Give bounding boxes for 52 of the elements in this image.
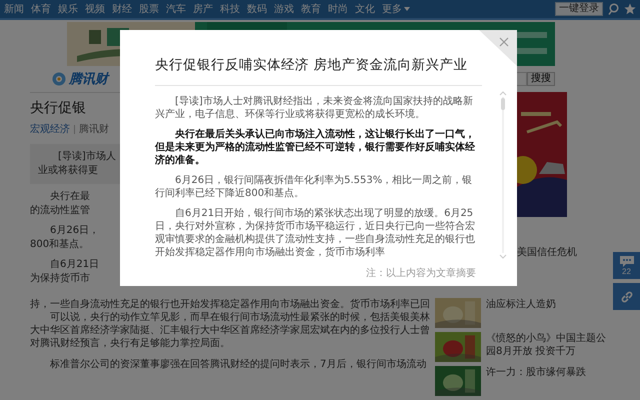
nav-link[interactable]: 新闻 bbox=[4, 2, 24, 16]
news-headline[interactable]: 《愤怒的小鸟》中国主题公园8月开放 投资千万 bbox=[486, 332, 608, 358]
news-headline[interactable]: 油应标注人造奶 bbox=[486, 298, 608, 311]
nav-link[interactable]: 娱乐 bbox=[58, 2, 78, 16]
article-text: 800和基点。 bbox=[30, 238, 90, 252]
close-button[interactable] bbox=[497, 35, 511, 49]
article-paragraph: 持，一些自身流动性充足的银行也开始发挥稳定器作用向市场融出资金。货币市场利率已回 bbox=[30, 298, 431, 311]
article-text: 央行在最 bbox=[49, 190, 91, 204]
summary-paragraph: 6月26日，银行间隔夜拆借年化利率为5.553%，相比一周之前，银行间利率已经下降近800和基点。 bbox=[155, 174, 474, 200]
nav-link[interactable]: 体育 bbox=[31, 2, 51, 16]
nav-more-link[interactable]: 更多 bbox=[382, 2, 410, 16]
article-source: 腾讯财 bbox=[79, 122, 109, 136]
login-button[interactable]: 一键登录 bbox=[555, 2, 603, 16]
article-text: 6月26日， bbox=[49, 224, 100, 238]
search-button[interactable]: 搜搜 bbox=[527, 72, 555, 86]
nav-link[interactable]: 教育 bbox=[301, 2, 321, 16]
summary-note: 注：以上内容为文章摘要 bbox=[366, 266, 476, 280]
corner-fold-icon bbox=[479, 30, 517, 66]
news-headline[interactable]: 许一力：股市缘何暴跌 bbox=[486, 366, 608, 379]
nav-link[interactable]: 汽车 bbox=[166, 2, 186, 16]
dialog-title: 央行促银行反哺实体经济 房地产资金流向新兴产业 bbox=[155, 56, 468, 74]
summary-paragraph: 央行在最后关头承认已向市场注入流动性，这让银行长出了一口气，但是未来更为严格的流动性监管已经不可逆转，银行需要作好反哺实体经济的准备。 bbox=[155, 128, 476, 167]
summary-paragraph: 自6月21日开始，银行间市场的紧张状态出现了明显的放缓。6月25日，央行对外宣称，为保持货币市场平稳运行，近日央行已向一些符合宏观审慎要求的金融机构提供了流动性支持，一些自身流动性充足的银行也开始发挥稳定器作用向市场融出资金，货币市场利率 bbox=[155, 207, 476, 259]
lead-text: [导读]市场人 bbox=[57, 150, 117, 164]
nav-link[interactable]: 数码 bbox=[247, 2, 267, 16]
category-link[interactable]: 宏观经济 bbox=[30, 122, 70, 136]
summary-paragraph: [导读]市场人士对腾讯财经指出，未来资金将流向国家扶持的战略新兴产业，电子信息、环保等行业或将获得更宽松的成长环境。 bbox=[155, 95, 474, 121]
link-button[interactable] bbox=[613, 283, 640, 310]
scrollbar[interactable] bbox=[499, 90, 507, 260]
link-icon bbox=[620, 290, 634, 304]
nav-link[interactable]: 房产 bbox=[193, 2, 213, 16]
lead-text: 业或将获得更 bbox=[38, 164, 99, 178]
article-paragraph: 可以说，央行的动作立竿见影，而早在银行间市场流动性最紧张的时候，包括美银美林大中华区首席经济学家陆挺、汇丰银行大中华区首席经济学家屈宏斌在内的多位投行人士曾对腾讯财经预言，央行有足够能力掌控局面。 bbox=[30, 311, 431, 350]
nav-link[interactable]: 文化 bbox=[355, 2, 375, 16]
nav-link[interactable]: 股票 bbox=[139, 2, 159, 16]
article-text: 的流动性监管 bbox=[30, 204, 91, 218]
article-text: 为保持货币市 bbox=[30, 272, 91, 286]
nav-link[interactable]: 时尚 bbox=[328, 2, 348, 16]
article-title: 央行促银 bbox=[30, 99, 87, 117]
comment-button[interactable]: 22 bbox=[613, 252, 640, 279]
article-text: 自6月21日 bbox=[49, 258, 100, 272]
site-logo[interactable]: 腾讯财 bbox=[69, 70, 108, 88]
article-paragraph: 标准普尔公司的资深董事廖强在回答腾讯财经的提问时表示，7月后，银行间市场流动 bbox=[49, 358, 428, 371]
star-icon[interactable] bbox=[624, 3, 636, 15]
logo-icon bbox=[52, 72, 66, 86]
nav-link[interactable]: 科技 bbox=[220, 2, 240, 16]
search-icon[interactable] bbox=[608, 3, 619, 15]
nav-link[interactable]: 财经 bbox=[112, 2, 132, 16]
nav-link[interactable]: 视频 bbox=[85, 2, 105, 16]
caret-icon bbox=[404, 7, 410, 11]
nav-link[interactable]: 游戏 bbox=[274, 2, 294, 16]
speech-bubble-icon bbox=[620, 256, 634, 266]
